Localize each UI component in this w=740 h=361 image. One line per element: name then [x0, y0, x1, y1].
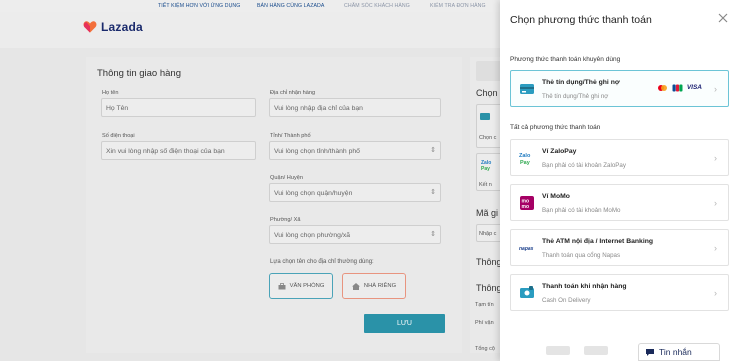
- momo-name: Ví MoMo: [542, 193, 570, 200]
- chevron-right-icon: ›: [714, 198, 717, 208]
- province-select[interactable]: Vui lòng chọn tỉnh/thành phố ⇕: [269, 141, 441, 160]
- chevron-right-icon: ›: [714, 153, 717, 163]
- briefcase-icon: [278, 282, 286, 289]
- card-brands: VISA: [657, 84, 702, 92]
- home-label: NHÀ RIÊNG: [363, 283, 397, 289]
- info-heading-1: Thông: [476, 257, 502, 267]
- chat-bubble-icon: [646, 348, 654, 356]
- info-heading-2: Thông: [476, 283, 502, 293]
- home-choice-button[interactable]: NHÀ RIÊNG: [342, 273, 406, 299]
- province-value: Vui lòng chọn tỉnh/thành phố: [274, 148, 360, 155]
- chevron-right-icon: ›: [714, 84, 717, 94]
- district-select[interactable]: Vui lòng chọn quận/huyện ⇕: [269, 183, 441, 202]
- payment-method-panel: Chọn phương thức thanh toán Phương thức …: [500, 0, 740, 361]
- cod-name: Thanh toán khi nhận hàng: [542, 283, 627, 290]
- sort-caret-icon: ⇕: [430, 189, 436, 196]
- recommended-heading: Phương thức thanh toán khuyên dùng: [510, 56, 621, 63]
- summary-connect-label: Kết n: [479, 182, 492, 188]
- zalopay-name: Ví ZaloPay: [542, 148, 577, 155]
- jcb-icon: [672, 84, 683, 92]
- district-value: Vui lòng chọn quận/huyện: [274, 190, 353, 197]
- app-savings-link[interactable]: TIẾT KIỆM HƠN VỚI ỨNG DỤNG: [158, 3, 240, 9]
- visa-icon: VISA: [686, 84, 702, 91]
- zalopay-desc: Bạn phải có tài khoản ZaloPay: [542, 162, 626, 169]
- panel-title: Chọn phương thức thanh toán: [510, 14, 652, 26]
- chevron-right-icon: ›: [714, 288, 717, 298]
- napas-name: Thẻ ATM nội địa / Internet Banking: [542, 238, 654, 245]
- cod-desc: Cash On Delivery: [542, 297, 591, 304]
- total-label: Tổng cộ: [475, 346, 495, 352]
- ward-value: Vui lòng chọn phường/xã: [274, 232, 351, 239]
- all-methods-heading: Tất cả phương thức thanh toán: [510, 124, 601, 131]
- district-label: Quận/ Huyện: [270, 175, 303, 181]
- svg-text:Pay: Pay: [520, 160, 531, 165]
- brand-name: Lazada: [101, 20, 143, 34]
- sort-caret-icon: ⇕: [430, 147, 436, 154]
- napas-desc: Thanh toán qua cổng Napas: [542, 252, 621, 259]
- address-label: Địa chỉ nhận hàng: [270, 90, 316, 96]
- chat-button[interactable]: Tin nhắn: [638, 343, 720, 361]
- credit-card-option[interactable]: Thẻ tín dụng/Thẻ ghi nợ Thẻ tín dụng/Thẻ…: [510, 70, 729, 107]
- shipping-fee-label: Phí vận: [475, 320, 494, 326]
- zalopay-icon: Zalo Pay: [519, 153, 531, 165]
- office-choice-button[interactable]: VĂN PHÒNG: [269, 273, 333, 299]
- voucher-heading: Mã gi: [476, 208, 499, 218]
- top-links-bar: TIẾT KIỆM HƠN VỚI ỨNG DỤNG BÁN HÀNG CÙNG…: [0, 0, 500, 12]
- card-icon: [480, 113, 490, 120]
- address-name-prompt: Lựa chọn tên cho địa chỉ thường dùng:: [270, 259, 374, 265]
- cod-option[interactable]: Thanh toán khi nhận hàng Cash On Deliver…: [510, 274, 729, 311]
- phone-label: Số điện thoại: [102, 133, 135, 139]
- trust-badge-icon: [546, 346, 570, 355]
- trust-badge-icon: [584, 346, 608, 355]
- shipping-title: Thông tin giao hàng: [97, 68, 181, 79]
- track-order-link[interactable]: KIỂM TRA ĐƠN HÀNG: [430, 3, 486, 9]
- voucher-placeholder: Nhập c: [479, 231, 497, 237]
- chevron-right-icon: ›: [714, 243, 717, 253]
- momo-icon: mo mo: [520, 196, 534, 210]
- subtotal-label: Tạm tín: [475, 302, 494, 308]
- chat-label: Tin nhắn: [659, 347, 692, 357]
- address-field[interactable]: Vui lòng nhập địa chỉ của bạn: [269, 98, 441, 117]
- napas-option[interactable]: napas Thẻ ATM nội địa / Internet Banking…: [510, 229, 729, 266]
- ward-select[interactable]: Vui lòng chọn phường/xã ⇕: [269, 225, 441, 244]
- credit-card-icon: [520, 84, 534, 94]
- phone-field[interactable]: Xin vui lòng nhập số điện thoại của bạn: [101, 141, 256, 160]
- napas-icon: napas: [519, 246, 534, 252]
- close-icon[interactable]: [717, 12, 729, 24]
- home-icon: [351, 282, 360, 290]
- summary-choose-heading: Chọn: [476, 88, 498, 98]
- credit-card-name: Thẻ tín dụng/Thẻ ghi nợ: [542, 79, 620, 86]
- summary-card-label: Chọn c: [479, 135, 497, 141]
- trust-badges: [546, 346, 608, 355]
- zalopay-option[interactable]: Zalo Pay Ví ZaloPay Bạn phải có tài khoả…: [510, 139, 729, 176]
- sell-with-lazada-link[interactable]: BÁN HÀNG CÙNG LAZADA: [257, 3, 324, 9]
- save-button[interactable]: LƯU: [364, 314, 445, 333]
- office-label: VĂN PHÒNG: [289, 283, 325, 289]
- name-label: Họ tên: [102, 90, 119, 96]
- momo-option[interactable]: mo mo Ví MoMo Bạn phải có tài khoản MoMo…: [510, 184, 729, 221]
- svg-text:napas: napas: [519, 246, 534, 252]
- svg-text:Zalo: Zalo: [519, 153, 531, 159]
- ward-label: Phường/ Xã: [270, 217, 301, 223]
- svg-text:mo: mo: [522, 204, 530, 210]
- shipping-info-card: Thông tin giao hàng Họ tên Họ Tên Số điệ…: [86, 57, 462, 353]
- mastercard-icon: [657, 85, 667, 91]
- sort-caret-icon: ⇕: [430, 231, 436, 238]
- site-header: Lazada: [0, 12, 500, 48]
- name-field[interactable]: Họ Tên: [101, 98, 256, 117]
- zalopay-icon: Zalo Pay: [481, 160, 492, 172]
- credit-card-desc: Thẻ tín dụng/Thẻ ghi nợ: [542, 93, 609, 100]
- province-label: Tỉnh/ Thành phố: [270, 133, 311, 139]
- momo-desc: Bạn phải có tài khoản MoMo: [542, 207, 621, 214]
- customer-care-link[interactable]: CHĂM SÓC KHÁCH HÀNG: [344, 3, 410, 9]
- lazada-heart-icon: [83, 21, 97, 33]
- cash-on-delivery-icon: [520, 286, 534, 298]
- lazada-logo[interactable]: Lazada: [83, 20, 143, 34]
